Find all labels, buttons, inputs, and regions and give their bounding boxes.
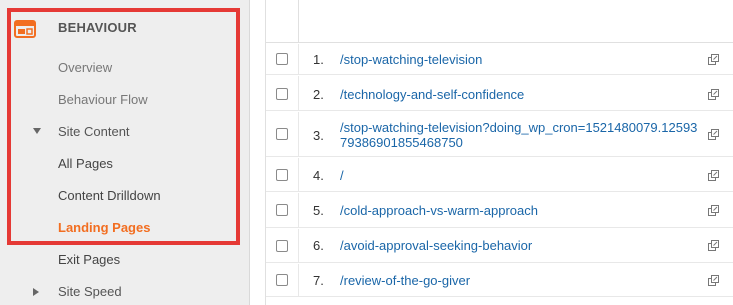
- sidebar-item-label: All Pages: [58, 156, 113, 171]
- row-number: 4.: [313, 168, 324, 183]
- sidebar-section-behaviour[interactable]: BEHAVIOUR: [0, 8, 250, 46]
- open-external-icon[interactable]: [708, 240, 719, 251]
- row-number: 1.: [313, 52, 324, 67]
- open-external-icon[interactable]: [708, 275, 719, 286]
- sidebar-item-landing-pages[interactable]: Landing Pages: [0, 214, 250, 242]
- row-checkbox[interactable]: [276, 274, 288, 286]
- open-external-icon[interactable]: [708, 54, 719, 65]
- row-checkbox[interactable]: [276, 53, 288, 65]
- sidebar-item-site-speed[interactable]: Site Speed: [0, 278, 250, 305]
- chevron-right-icon: [33, 288, 39, 296]
- column-divider: [298, 158, 299, 191]
- table-row: 4. /: [266, 158, 733, 192]
- column-divider: [298, 76, 299, 110]
- sidebar-item-label: Site Content: [58, 124, 130, 139]
- open-external-icon[interactable]: [708, 205, 719, 216]
- page-link[interactable]: /review-of-the-go-giver: [340, 273, 700, 288]
- row-number: 7.: [313, 273, 324, 288]
- table-header-row: [266, 0, 733, 43]
- row-checkbox[interactable]: [276, 169, 288, 181]
- row-checkbox[interactable]: [276, 204, 288, 216]
- row-checkbox[interactable]: [276, 240, 288, 252]
- column-divider: [298, 0, 299, 43]
- sidebar-item-label: Site Speed: [58, 284, 122, 299]
- sidebar-item-content-drilldown[interactable]: Content Drilldown: [0, 182, 250, 210]
- column-divider: [298, 229, 299, 262]
- sidebar-item-label: Landing Pages: [58, 220, 151, 235]
- row-checkbox[interactable]: [276, 128, 288, 140]
- row-number: 2.: [313, 87, 324, 102]
- open-external-icon[interactable]: [708, 89, 719, 100]
- sidebar-item-behaviour-flow[interactable]: Behaviour Flow: [0, 86, 250, 114]
- sidebar: BEHAVIOUR Overview Behaviour Flow Site C…: [0, 0, 250, 305]
- row-number: 3.: [313, 128, 324, 143]
- row-number: 6.: [313, 238, 324, 253]
- row-checkbox[interactable]: [276, 88, 288, 100]
- page-link[interactable]: /stop-watching-television: [340, 52, 700, 67]
- page-link[interactable]: /avoid-approval-seeking-behavior: [340, 238, 700, 253]
- column-divider: [298, 112, 299, 156]
- sidebar-item-label: Overview: [58, 60, 113, 75]
- chevron-down-icon: [33, 128, 41, 134]
- sidebar-item-label: Content Drilldown: [58, 188, 161, 203]
- column-divider: [298, 264, 299, 296]
- row-number: 5.: [313, 203, 324, 218]
- column-divider: [298, 44, 299, 74]
- sidebar-item-site-content[interactable]: Site Content: [0, 118, 250, 146]
- sidebar-item-exit-pages[interactable]: Exit Pages: [0, 246, 250, 274]
- page-link[interactable]: /cold-approach-vs-warm-approach: [340, 203, 700, 218]
- table-row: 2. /technology-and-self-confidence: [266, 76, 733, 111]
- behaviour-icon: [14, 20, 36, 38]
- table-row: 7. /review-of-the-go-giver: [266, 264, 733, 297]
- column-divider: [298, 193, 299, 227]
- table-row: 5. /cold-approach-vs-warm-approach: [266, 193, 733, 228]
- sidebar-item-label: Exit Pages: [58, 252, 121, 267]
- page-link[interactable]: /: [340, 168, 700, 183]
- sidebar-item-overview[interactable]: Overview: [0, 54, 250, 82]
- sidebar-item-all-pages[interactable]: All Pages: [0, 150, 250, 178]
- table-row: 6. /avoid-approval-seeking-behavior: [266, 229, 733, 263]
- landing-pages-table: 1. /stop-watching-television 2. /technol…: [265, 0, 733, 305]
- sidebar-section-label: BEHAVIOUR: [58, 20, 137, 35]
- open-external-icon[interactable]: [708, 170, 719, 181]
- page-link[interactable]: /stop-watching-television?doing_wp_cron=…: [340, 120, 700, 150]
- page-link[interactable]: /technology-and-self-confidence: [340, 87, 700, 102]
- sidebar-item-label: Behaviour Flow: [58, 92, 148, 107]
- table-row: 3. /stop-watching-television?doing_wp_cr…: [266, 112, 733, 157]
- table-row: 1. /stop-watching-television: [266, 44, 733, 75]
- open-external-icon[interactable]: [708, 129, 719, 140]
